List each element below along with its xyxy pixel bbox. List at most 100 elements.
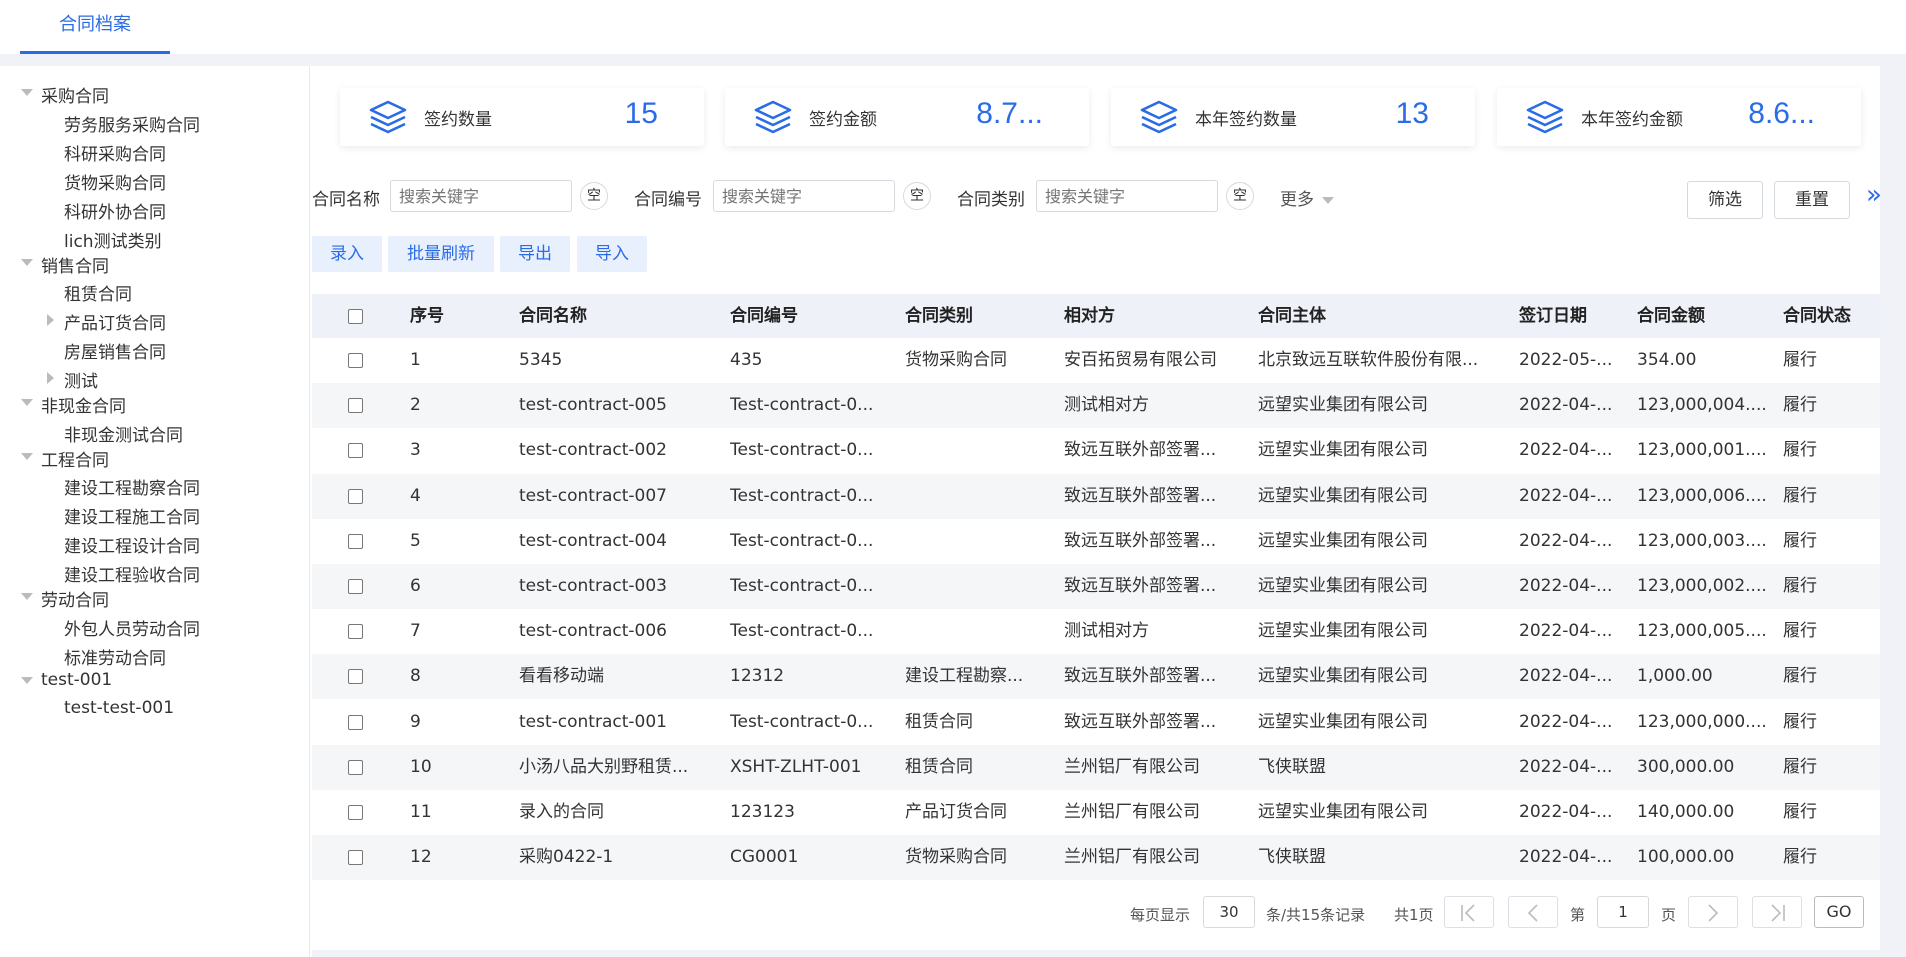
export-button[interactable]: 导出	[500, 236, 570, 272]
tree-item[interactable]: 建设工程勘察合同	[64, 474, 200, 499]
table-cell: 100,000.00	[1637, 847, 1735, 868]
row-checkbox[interactable]	[348, 533, 363, 549]
row-checkbox[interactable]	[348, 398, 363, 414]
column-header[interactable]: 合同主体	[1258, 294, 1326, 338]
page-number-input[interactable]: 1	[1597, 896, 1649, 928]
caret-down-icon[interactable]	[21, 259, 33, 266]
column-header[interactable]: 合同编号	[730, 294, 798, 338]
table-row[interactable]: 11 录入的合同 123123 产品订货合同 兰州铝厂有限公司 远望实业集团有限公司 202…	[312, 790, 1880, 835]
filter-label-type: 合同类别	[957, 190, 1025, 210]
clear-type-button[interactable]: 空	[1226, 182, 1254, 210]
more-filters-dropdown[interactable]: 更多	[1280, 185, 1334, 210]
select-all-checkbox[interactable]	[348, 309, 363, 324]
clear-name-button[interactable]: 空	[580, 182, 608, 210]
row-checkbox[interactable]	[348, 443, 363, 459]
tree-item[interactable]: 货物采购合同	[64, 169, 166, 194]
tree-item[interactable]: 劳务服务采购合同	[64, 111, 200, 136]
prev-page-button[interactable]	[1508, 896, 1558, 928]
table-row[interactable]: 2 test-contract-005 Test-contract-0... 测试相对…	[312, 383, 1880, 429]
row-checkbox[interactable]	[348, 669, 363, 685]
table-cell: 123123	[730, 802, 795, 822]
caret-down-icon[interactable]	[21, 399, 33, 406]
batch-refresh-button[interactable]: 批量刷新	[388, 236, 494, 272]
tree-item[interactable]: test-test-001	[64, 698, 174, 718]
table-row[interactable]: 3 test-contract-002 Test-contract-0... 致远互联…	[312, 428, 1880, 473]
per-page-input[interactable]: 30	[1203, 896, 1255, 928]
table-row[interactable]: 8 看看移动端 12312 建设工程勘察... 致远互联外部签署... 远望实业集团有限公…	[312, 654, 1880, 700]
first-page-button[interactable]	[1444, 896, 1494, 928]
table-cell: test-contract-006	[519, 621, 667, 642]
contract-number-search-input[interactable]	[713, 180, 895, 212]
reset-button[interactable]: 重置	[1774, 181, 1850, 219]
row-checkbox[interactable]	[348, 805, 363, 820]
tree-item[interactable]: 外包人员劳动合同	[64, 615, 200, 640]
table-row[interactable]: 10 小汤八品大别野租赁... XSHT-ZLHT-001 租赁合同 兰州铝厂有限公司 飞…	[312, 744, 1880, 790]
tree-group-sales[interactable]: 销售合同	[21, 252, 109, 277]
table-cell: 12312	[730, 666, 785, 687]
row-checkbox[interactable]	[348, 488, 363, 504]
filter-button[interactable]: 筛选	[1687, 181, 1763, 219]
tree-item[interactable]: 建设工程设计合同	[64, 532, 200, 557]
caret-down-icon[interactable]	[21, 89, 33, 96]
caret-down-icon[interactable]	[21, 593, 33, 600]
table-row[interactable]: 6 test-contract-003 Test-contract-0... 致远互联…	[312, 564, 1880, 609]
row-checkbox[interactable]	[348, 624, 363, 640]
row-checkbox[interactable]	[348, 850, 363, 866]
column-header[interactable]: 合同金额	[1637, 294, 1705, 338]
table-cell: 履行	[1783, 576, 1817, 596]
table-cell: 飞侠联盟	[1258, 847, 1326, 868]
double-chevron-right-icon[interactable]: »	[1866, 180, 1882, 210]
tree-item[interactable]: 房屋销售合同	[64, 338, 166, 363]
tree-group-engineering[interactable]: 工程合同	[21, 446, 109, 471]
clear-number-button[interactable]: 空	[903, 182, 931, 210]
row-checkbox[interactable]	[348, 579, 363, 594]
row-checkbox[interactable]	[348, 714, 363, 730]
row-checkbox[interactable]	[348, 759, 363, 775]
tree-item[interactable]: 建设工程验收合同	[64, 561, 200, 586]
import-button[interactable]: 导入	[577, 236, 647, 272]
contract-name-search-input[interactable]	[390, 180, 572, 212]
caret-down-icon[interactable]	[21, 453, 33, 460]
column-header[interactable]: 合同类别	[905, 294, 973, 338]
tree-item-expandable[interactable]: 产品订货合同	[47, 309, 166, 334]
tree-group-labor[interactable]: 劳动合同	[21, 586, 109, 611]
tab-contract-archive[interactable]: 合同档案	[20, 0, 170, 54]
table-cell: Test-contract-0...	[730, 485, 874, 506]
go-button[interactable]: GO	[1814, 896, 1864, 928]
column-header[interactable]: 序号	[410, 294, 444, 338]
table-row[interactable]: 9 test-contract-001 Test-contract-0... 租赁合同…	[312, 700, 1880, 745]
tree-item[interactable]: 租赁合同	[64, 280, 132, 305]
caret-down-icon[interactable]	[21, 677, 33, 684]
table-cell: 致远互联外部签署...	[1064, 440, 1217, 461]
top-tab-bar: 合同档案	[0, 0, 1906, 54]
tree-item[interactable]: 非现金测试合同	[64, 421, 183, 446]
table-row[interactable]: 5 test-contract-004 Test-contract-0... 致远互联…	[312, 519, 1880, 564]
stat-card-year-amount: 本年签约金额 8.6...	[1497, 88, 1861, 146]
table-row[interactable]: 12 采购0422-1 CG0001 货物采购合同 兰州铝厂有限公司 飞侠联盟 2022-0…	[312, 835, 1880, 881]
create-button[interactable]: 录入	[312, 236, 382, 272]
tree-group-test[interactable]: test-001	[21, 670, 112, 690]
next-page-button[interactable]	[1688, 896, 1738, 928]
last-page-button[interactable]	[1752, 896, 1802, 928]
table-row[interactable]: 1 5345 435 货物采购合同 安百拓贸易有限公司 北京致远互联软件股份有限... 20…	[312, 338, 1880, 383]
column-header[interactable]: 相对方	[1064, 294, 1115, 338]
tree-item-expandable[interactable]: 测试	[47, 367, 98, 392]
tree-item[interactable]: 建设工程施工合同	[64, 503, 200, 528]
table-cell: 123,000,004....	[1637, 395, 1767, 416]
column-header[interactable]: 合同状态	[1783, 294, 1851, 338]
tree-item[interactable]: 标准劳动合同	[64, 644, 166, 669]
tree-item[interactable]: 科研外协合同	[64, 198, 166, 223]
tree-item[interactable]: lich测试类别	[64, 227, 162, 252]
caret-right-icon[interactable]	[47, 372, 54, 384]
tree-group-purchase[interactable]: 采购合同	[21, 82, 109, 107]
column-header[interactable]: 签订日期	[1519, 294, 1587, 338]
header-separator	[0, 54, 1906, 66]
row-checkbox[interactable]	[348, 353, 363, 368]
table-row[interactable]: 7 test-contract-006 Test-contract-0... 测试相对…	[312, 609, 1880, 654]
table-row[interactable]: 4 test-contract-007 Test-contract-0... 致远互联…	[312, 473, 1880, 519]
column-header[interactable]: 合同名称	[519, 294, 587, 338]
tree-group-noncash[interactable]: 非现金合同	[21, 392, 126, 417]
tree-item[interactable]: 科研采购合同	[64, 140, 166, 165]
caret-right-icon[interactable]	[47, 314, 54, 326]
contract-type-search-input[interactable]	[1036, 180, 1218, 212]
